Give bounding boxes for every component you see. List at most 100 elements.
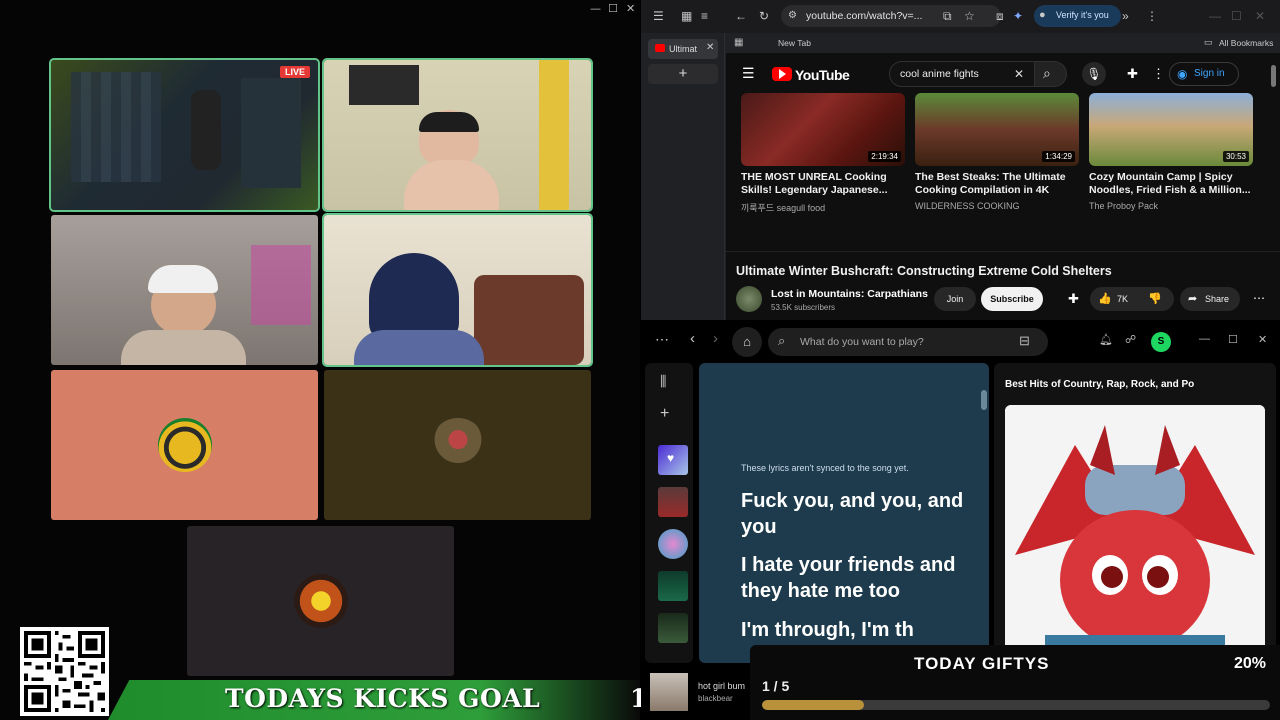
site-info-icon[interactable]: ⚙ (788, 10, 797, 21)
participant-tile-avatar-1[interactable] (51, 370, 318, 520)
current-video-title: Ultimate Winter Bushcraft: Constructing … (736, 264, 1112, 278)
clear-search-icon[interactable]: ✕ (1014, 67, 1024, 81)
like-dislike-group: 👍 7K 👎 (1090, 287, 1174, 311)
video-duration: 1:34:29 (1042, 151, 1075, 162)
participant-tile-webcam-3[interactable] (322, 213, 593, 367)
like-count[interactable]: 7K (1117, 287, 1128, 311)
install-icon[interactable]: ⧉ (943, 9, 952, 24)
video-thumbnail[interactable]: 30:53 (1089, 93, 1253, 166)
video-thumbnail[interactable]: 2:19:34 (741, 93, 905, 166)
participant-tile-webcam-1[interactable] (322, 58, 593, 212)
gift-goal-count: 1 / 5 (762, 678, 790, 694)
video-channel[interactable]: The Proboy Pack (1089, 201, 1158, 211)
window-maximize-icon[interactable]: ☐ (1231, 9, 1242, 23)
video-call-window: — ☐ ✕ LIVE (0, 0, 640, 720)
share-button[interactable]: ➦ Share (1180, 287, 1240, 311)
liked-songs-tile[interactable]: ♥ (658, 445, 688, 475)
sidebar-menu-icon[interactable]: ☰ (653, 9, 664, 23)
now-playing-view: Best Hits of Country, Rap, Rock, and Po (994, 363, 1276, 663)
library-icon[interactable]: ⫼ (660, 373, 666, 390)
user-avatar[interactable]: S (1151, 332, 1171, 352)
youtube-search-input[interactable]: cool anime fights ✕ (889, 61, 1035, 87)
playlist-tile[interactable] (658, 487, 688, 517)
channel-name[interactable]: Lost in Mountains: Carpathians (771, 288, 928, 300)
close-button[interactable]: ✕ (626, 2, 635, 15)
url-text[interactable]: youtube.com/watch?v=... (806, 10, 922, 22)
maximize-button[interactable]: ☐ (608, 2, 618, 15)
notifications-icon[interactable]: 🔔︎ (1099, 333, 1113, 346)
video-thumbnail[interactable]: 1:34:29 (915, 93, 1079, 166)
bookmark-new-tab[interactable]: New Tab (778, 38, 811, 48)
save-icon[interactable]: ✚ (1068, 291, 1079, 307)
all-bookmarks[interactable]: All Bookmarks (1219, 38, 1273, 48)
nav-back-icon[interactable]: ‹ (690, 330, 695, 347)
video-channel[interactable]: WILDERNESS COOKING (915, 201, 1020, 211)
apps-icon[interactable]: ▦ (734, 37, 743, 48)
profile-icon: ● (1039, 9, 1046, 21)
more-tools-icon[interactable]: » (1122, 9, 1129, 23)
more-actions-icon[interactable]: ⋯ (1253, 291, 1265, 305)
playlist-tile[interactable] (658, 571, 688, 601)
browse-icon[interactable]: ⊟ (1019, 333, 1030, 349)
bookmark-star-icon[interactable]: ☆ (964, 9, 975, 23)
nav-forward-icon[interactable]: › (713, 330, 718, 347)
video-channel[interactable]: 끼룩푸드 seagull food (741, 201, 825, 214)
mini-player-cover[interactable] (650, 673, 688, 711)
video-title[interactable]: The Best Steaks: The Ultimate Cooking Co… (915, 171, 1083, 197)
video-title[interactable]: Cozy Mountain Camp | Spicy Noodles, Frie… (1089, 171, 1257, 197)
participant-tile-game-stream[interactable]: LIVE (49, 58, 320, 212)
playlist-tile[interactable] (658, 613, 688, 643)
participant-tile-avatar-2[interactable] (324, 370, 591, 520)
back-icon[interactable]: ← (735, 9, 747, 23)
share-icon: ➦ (1188, 293, 1198, 305)
search-button[interactable]: ⌕ (1035, 61, 1067, 87)
scrollbar-thumb[interactable] (1271, 65, 1276, 87)
dislike-icon[interactable]: 👎 (1148, 287, 1162, 311)
close-tab-icon[interactable]: ✕ (706, 42, 714, 53)
home-icon[interactable]: ⌂ (732, 327, 762, 357)
new-tab-button[interactable]: + (648, 64, 718, 84)
sign-in-label: Sign in (1194, 68, 1225, 79)
subscribe-button[interactable]: Subscribe (981, 287, 1043, 311)
participant-tile-webcam-2[interactable] (51, 215, 318, 365)
window-close-icon[interactable]: ✕ (1255, 9, 1265, 23)
menu-dots-icon[interactable]: ⋯ (655, 331, 669, 348)
window-maximize-icon[interactable]: ☐ (1228, 333, 1238, 346)
channel-avatar[interactable] (736, 286, 762, 312)
menu-dots-icon[interactable]: ⋮ (1146, 9, 1158, 23)
tab-grid-icon[interactable]: ▦ (681, 9, 692, 23)
lyric-line: I hate your friends and they hate me too (741, 554, 956, 602)
playlist-title[interactable]: Best Hits of Country, Rap, Rock, and Po (1005, 379, 1194, 390)
extensions-icon[interactable]: ⧈ (996, 9, 1004, 24)
video-title[interactable]: THE MOST UNREAL Cooking Skills! Legendar… (741, 171, 909, 197)
minimize-button[interactable]: — (590, 2, 601, 15)
friends-icon[interactable]: ☍ (1125, 333, 1136, 346)
now-playing-track[interactable]: hot girl bum (698, 681, 745, 691)
sign-in-button[interactable]: ◉ Sign in (1169, 62, 1239, 86)
create-icon[interactable]: ✚ (1127, 66, 1138, 82)
join-button[interactable]: Join (934, 287, 976, 311)
now-playing-artist[interactable]: blackbear (698, 694, 733, 703)
reading-list-icon[interactable]: ≡ (701, 9, 708, 23)
verify-label: Verify it's you (1056, 10, 1109, 20)
lyric-line: Fuck you, and you, and you (741, 490, 964, 538)
spotify-search-input[interactable]: ⌕ What do you want to play? ⊟ (768, 328, 1048, 356)
kicks-goal-label: TODAYS KICKS GOAL (225, 684, 541, 713)
settings-dots-icon[interactable]: ⋮ (1152, 66, 1165, 82)
lyrics-sync-note: These lyrics aren't synced to the song y… (741, 463, 909, 473)
folder-icon: ▭ (1204, 37, 1213, 47)
gift-goal-title: TODAY GIFTYS (914, 654, 1050, 673)
window-minimize-icon[interactable]: — (1209, 9, 1221, 23)
video-duration: 30:53 (1222, 151, 1249, 162)
participant-tile-avatar-3[interactable] (187, 526, 454, 676)
hamburger-icon[interactable]: ☰ (742, 65, 755, 82)
window-close-icon[interactable]: ✕ (1258, 333, 1267, 346)
gemini-icon[interactable]: ✦ (1013, 9, 1023, 23)
mic-icon[interactable]: 🎙 (1082, 62, 1106, 86)
reload-icon[interactable]: ↻ (759, 9, 769, 23)
create-playlist-icon[interactable]: + (660, 405, 669, 423)
like-icon[interactable]: 👍 (1098, 287, 1112, 311)
window-minimize-icon[interactable]: — (1199, 333, 1210, 345)
playlist-tile[interactable] (658, 529, 688, 559)
lyrics-scrollbar[interactable] (981, 390, 987, 410)
